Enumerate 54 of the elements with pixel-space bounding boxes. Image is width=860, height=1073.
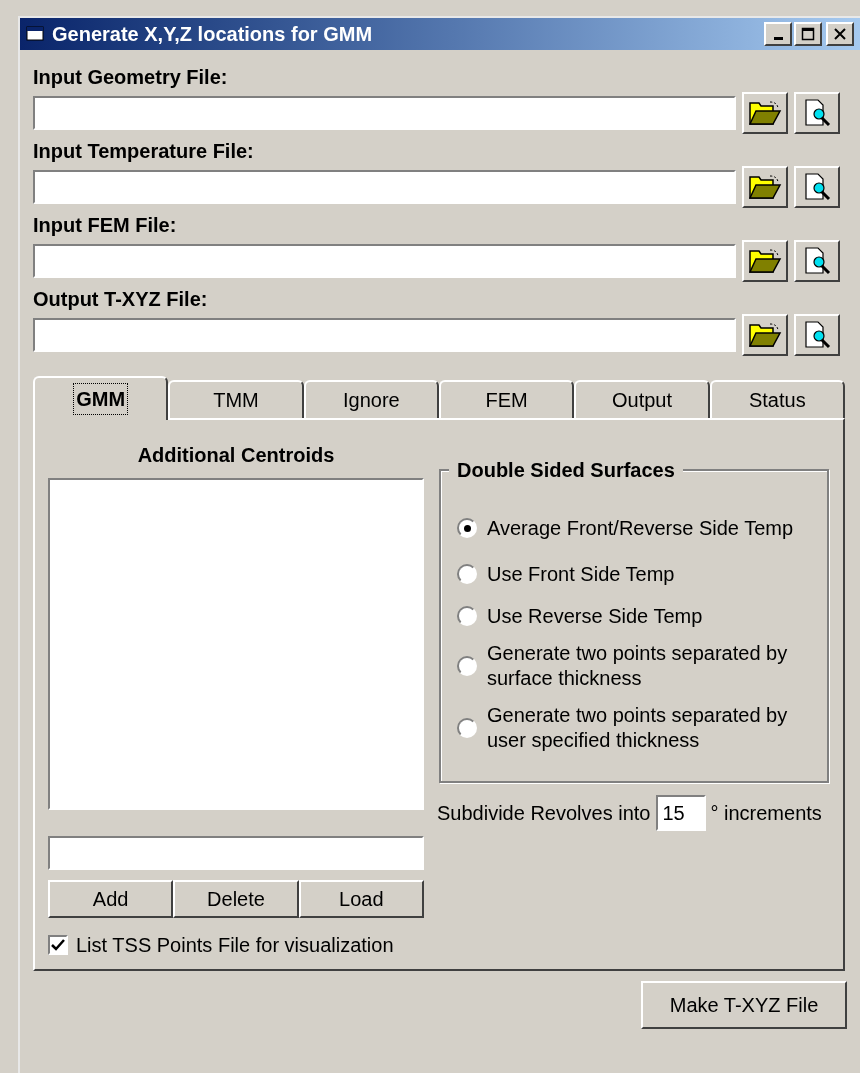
tab[interactable]: FEM xyxy=(439,380,575,418)
increment-field[interactable]: 15 xyxy=(656,795,707,831)
view-file-button[interactable] xyxy=(794,314,840,356)
radio-option[interactable]: Use Reverse Side Temp xyxy=(457,597,827,635)
close-icon xyxy=(833,27,847,41)
file-path-field[interactable] xyxy=(33,318,736,352)
open-folder-icon xyxy=(748,173,782,201)
minimize-icon xyxy=(773,36,783,40)
browse-button[interactable] xyxy=(742,92,788,134)
browse-button[interactable] xyxy=(742,240,788,282)
checkmark-icon xyxy=(51,939,65,951)
tab[interactable]: Status xyxy=(709,380,845,418)
field-label: Input FEM File: xyxy=(33,214,178,236)
browse-button[interactable] xyxy=(742,314,788,356)
field-label: Input Temperature File: xyxy=(33,140,255,162)
centroid-input-field[interactable] xyxy=(48,836,424,870)
radio-option[interactable]: Generate two points separated by user specified thickness xyxy=(457,697,827,759)
open-folder-icon xyxy=(748,247,782,275)
field-label: Input Geometry File: xyxy=(33,66,229,88)
tab[interactable]: GMM xyxy=(33,376,169,420)
close-button[interactable] xyxy=(826,22,854,46)
browse-button[interactable] xyxy=(742,166,788,208)
file-path-field[interactable] xyxy=(33,170,736,204)
radio-option[interactable]: Generate two points separated by surface thickness xyxy=(457,635,827,697)
view-file-button[interactable] xyxy=(794,240,840,282)
list-action-button[interactable]: Add xyxy=(48,880,174,918)
minimize-button[interactable] xyxy=(764,22,792,46)
document-magnifier-icon xyxy=(802,320,832,350)
list-tss-checkbox[interactable]: List TSS Points File for visualization xyxy=(48,930,424,960)
view-file-button[interactable] xyxy=(794,92,840,134)
view-file-button[interactable] xyxy=(794,166,840,208)
document-magnifier-icon xyxy=(802,246,832,276)
document-magnifier-icon xyxy=(802,172,832,202)
list-action-button[interactable]: Load xyxy=(298,880,424,918)
open-folder-icon xyxy=(748,99,782,127)
subdivide-label: Subdivide Revolves into xyxy=(437,801,651,826)
window-title: Generate X,Y,Z locations for GMM xyxy=(52,22,373,47)
tab[interactable]: Output xyxy=(574,380,710,418)
file-path-field[interactable] xyxy=(33,96,736,130)
field-label: Output T-XYZ File: xyxy=(33,288,209,310)
radio-option[interactable]: Use Front Side Temp xyxy=(457,551,827,597)
tab[interactable]: Ignore xyxy=(303,380,439,418)
make-file-button[interactable]: Make T-XYZ File xyxy=(641,981,847,1029)
tab[interactable]: TMM xyxy=(168,380,304,418)
list-action-button[interactable]: Delete xyxy=(173,880,299,918)
open-folder-icon xyxy=(748,321,782,349)
increments-label: ° increments xyxy=(710,801,822,826)
radio-option[interactable]: Average Front/Reverse Side Temp xyxy=(457,505,827,551)
file-path-field[interactable] xyxy=(33,244,736,278)
maximize-icon xyxy=(801,27,815,41)
app-icon xyxy=(26,25,46,43)
maximize-button[interactable] xyxy=(794,22,822,46)
document-magnifier-icon xyxy=(802,98,832,128)
list-heading: Additional Centroids xyxy=(136,443,336,468)
